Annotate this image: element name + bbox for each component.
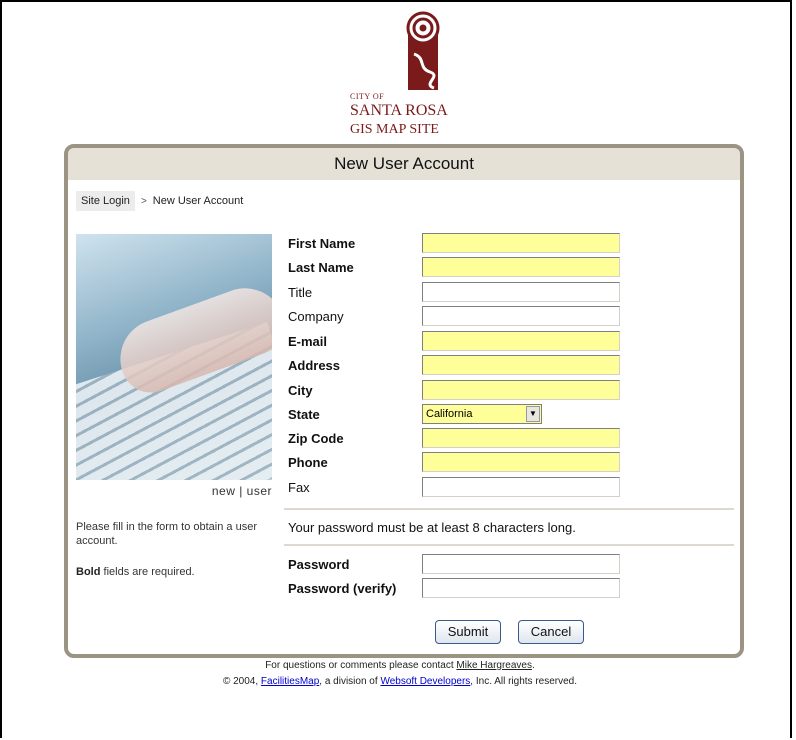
new-user-account-panel: New User Account Site Login > New User A… — [64, 144, 744, 658]
footer-contact: For questions or comments please contact… — [2, 660, 796, 671]
typing-hands-photo — [76, 234, 272, 480]
city-label: City — [288, 383, 313, 398]
copyright-prefix: © 2004, — [222, 676, 261, 687]
state-select-value: California — [426, 408, 473, 420]
copyright-middle: , a division of — [319, 676, 381, 687]
page-title: New User Account — [334, 154, 474, 173]
required-note-bold: Bold — [76, 566, 101, 578]
divider — [284, 508, 734, 510]
first-name-label: First Name — [288, 236, 356, 251]
email-label: E-mail — [288, 334, 328, 349]
footer-contact-suffix: . — [532, 660, 535, 671]
password-field[interactable] — [422, 554, 620, 574]
phone-label: Phone — [288, 455, 328, 470]
company-field[interactable] — [422, 306, 620, 326]
breadcrumb: Site Login > New User Account — [76, 190, 243, 212]
form-instructions: Please fill in the form to obtain a user… — [76, 520, 276, 579]
facilitiesmap-link[interactable]: FacilitiesMap — [261, 676, 319, 687]
password-verify-field[interactable] — [422, 578, 620, 598]
websoft-developers-link[interactable]: Websoft Developers — [380, 676, 470, 687]
title-field[interactable] — [422, 282, 620, 302]
contact-link[interactable]: Mike Hargreaves — [456, 660, 532, 671]
required-note-text: fields are required. — [100, 566, 195, 578]
state-label: State — [288, 407, 320, 422]
panel-header: New User Account — [68, 148, 740, 180]
instructions-text: Please fill in the form to obtain a user… — [76, 521, 257, 547]
browser-page: CITY OF SANTA ROSA GIS MAP SITE New User… — [0, 0, 792, 738]
logo-city-of: CITY OF — [350, 92, 385, 101]
footer-contact-prefix: For questions or comments please contact — [265, 660, 457, 671]
phone-field[interactable] — [422, 452, 620, 472]
password-verify-label: Password (verify) — [288, 581, 397, 596]
dropdown-arrow-icon[interactable]: ▼ — [526, 406, 540, 422]
santa-rosa-logo: CITY OF SANTA ROSA GIS MAP SITE — [348, 10, 454, 137]
last-name-field[interactable] — [422, 257, 620, 277]
copyright-suffix: , Inc. All rights reserved. — [470, 676, 578, 687]
logo-subtitle: GIS MAP SITE — [350, 122, 439, 137]
first-name-field[interactable] — [422, 233, 620, 253]
cancel-button[interactable]: Cancel — [518, 620, 584, 644]
zip-code-field[interactable] — [422, 428, 620, 448]
address-field[interactable] — [422, 355, 620, 375]
submit-button[interactable]: Submit — [435, 620, 501, 644]
breadcrumb-site-login-link[interactable]: Site Login — [76, 191, 135, 211]
breadcrumb-separator: > — [140, 195, 147, 207]
password-label: Password — [288, 557, 350, 572]
password-note: Your password must be at least 8 charact… — [288, 520, 576, 535]
zip-code-label: Zip Code — [288, 431, 344, 446]
footer-copyright: © 2004, FacilitiesMap, a division of Web… — [2, 676, 796, 687]
company-label: Company — [288, 309, 344, 324]
state-select[interactable]: California ▼ — [422, 404, 542, 424]
last-name-label: Last Name — [288, 260, 354, 275]
address-label: Address — [288, 358, 341, 373]
fax-label: Fax — [288, 480, 310, 495]
divider — [284, 544, 734, 546]
city-field[interactable] — [422, 380, 620, 400]
fax-field[interactable] — [422, 477, 620, 497]
title-label: Title — [288, 285, 313, 300]
required-note: Bold fields are required. — [76, 565, 276, 579]
breadcrumb-current: New User Account — [152, 195, 244, 207]
photo-caption: new | user — [211, 484, 272, 498]
email-field[interactable] — [422, 331, 620, 351]
rose-logo-icon — [406, 11, 440, 90]
logo-city-name: SANTA ROSA — [350, 102, 448, 119]
